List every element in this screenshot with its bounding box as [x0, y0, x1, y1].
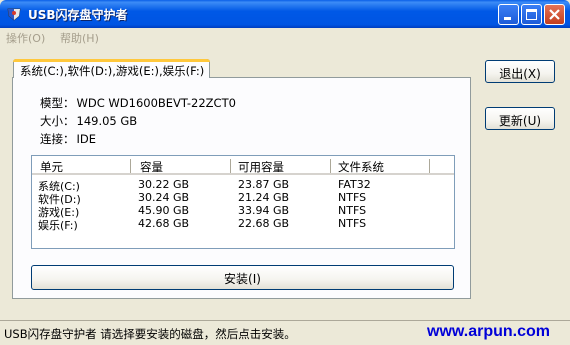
status-bar: USB闪存盘守护者 请选择要安装的磁盘，然后点击安装。 www.arpun.co… — [0, 320, 570, 345]
refresh-button[interactable]: 更新(U) — [485, 107, 555, 130]
cell-capacity: 30.22 GB — [138, 178, 190, 191]
model-value: WDC WD1600BEVT-22ZCT0 — [76, 96, 236, 110]
table-row[interactable]: 软件(D:) 30.24 GB 21.24 GB NTFS — [32, 191, 454, 206]
cell-capacity: 45.90 GB — [138, 204, 190, 217]
partition-list[interactable]: 单元 容量 可用容量 文件系统 系统(C:) 30.22 GB 23.87 GB… — [31, 155, 455, 249]
install-button[interactable]: 安装(I) — [31, 265, 454, 290]
menu-bar: 操作(O) 帮助(H) — [0, 28, 570, 46]
size-label: 大小： — [40, 114, 75, 128]
tab-drive[interactable]: 系统(C:),软件(D:),游戏(E:),娱乐(F:) — [13, 59, 210, 78]
maximize-icon — [526, 9, 537, 20]
column-header-unit[interactable]: 单元 — [40, 159, 63, 175]
column-header-filesystem[interactable]: 文件系统 — [338, 159, 384, 175]
size-value: 149.05 GB — [76, 114, 138, 128]
size-row: 大小： 149.05 GB — [40, 113, 137, 129]
interface-row: 连接： IDE — [40, 131, 96, 147]
minimize-button[interactable] — [498, 4, 519, 25]
refresh-button-label: 更新(U) — [498, 114, 542, 128]
column-separator[interactable] — [230, 159, 231, 173]
cell-capacity: 30.24 GB — [138, 191, 190, 204]
cell-free: 21.24 GB — [238, 191, 290, 204]
interface-value: IDE — [76, 132, 97, 146]
watermark-text: www.arpun.com — [427, 323, 550, 340]
maximize-button[interactable] — [521, 4, 542, 25]
column-header-free[interactable]: 可用容量 — [238, 159, 284, 175]
list-header: 单元 容量 可用容量 文件系统 — [32, 156, 454, 175]
column-separator[interactable] — [429, 159, 430, 173]
exit-button[interactable]: 退出(X) — [485, 60, 555, 83]
interface-label: 连接： — [40, 132, 75, 146]
usb-guard-icon — [7, 8, 21, 21]
status-text: USB闪存盘守护者 请选择要安装的磁盘，然后点击安装。 — [4, 327, 296, 341]
model-row: 模型： WDC WD1600BEVT-22ZCT0 — [40, 95, 236, 111]
menu-help[interactable]: 帮助(H) — [60, 30, 99, 46]
column-separator[interactable] — [130, 159, 131, 173]
cell-filesystem: NTFS — [338, 217, 367, 230]
cell-filesystem: NTFS — [338, 204, 367, 217]
exit-button-label: 退出(X) — [499, 67, 541, 81]
tab-label: 系统(C:),软件(D:),游戏(E:),娱乐(F:) — [20, 64, 205, 78]
cell-free: 33.94 GB — [238, 204, 290, 217]
column-separator[interactable] — [330, 159, 331, 173]
close-button[interactable] — [544, 4, 565, 25]
cell-filesystem: FAT32 — [338, 178, 371, 191]
app-window: USB闪存盘守护者 操作(O) 帮助(H) 系统(C:),软件(D:),游戏(E… — [0, 0, 570, 345]
minimize-icon — [504, 17, 511, 20]
cell-free: 23.87 GB — [238, 178, 290, 191]
column-header-capacity[interactable]: 容量 — [140, 159, 163, 175]
menu-operate[interactable]: 操作(O) — [6, 30, 45, 46]
title-bar[interactable]: USB闪存盘守护者 — [0, 0, 570, 28]
cell-capacity: 42.68 GB — [138, 217, 190, 230]
table-row[interactable]: 娱乐(F:) 42.68 GB 22.68 GB NTFS — [32, 217, 454, 232]
table-row[interactable]: 游戏(E:) 45.90 GB 33.94 GB NTFS — [32, 204, 454, 219]
table-row[interactable]: 系统(C:) 30.22 GB 23.87 GB FAT32 — [32, 178, 454, 193]
cell-filesystem: NTFS — [338, 191, 367, 204]
cell-unit: 娱乐(F:) — [38, 219, 78, 232]
cell-free: 22.68 GB — [238, 217, 290, 230]
close-icon — [549, 9, 560, 20]
window-title: USB闪存盘守护者 — [28, 8, 128, 22]
install-button-label: 安装(I) — [224, 272, 261, 286]
model-label: 模型： — [40, 96, 75, 110]
tab-accent — [13, 59, 210, 62]
